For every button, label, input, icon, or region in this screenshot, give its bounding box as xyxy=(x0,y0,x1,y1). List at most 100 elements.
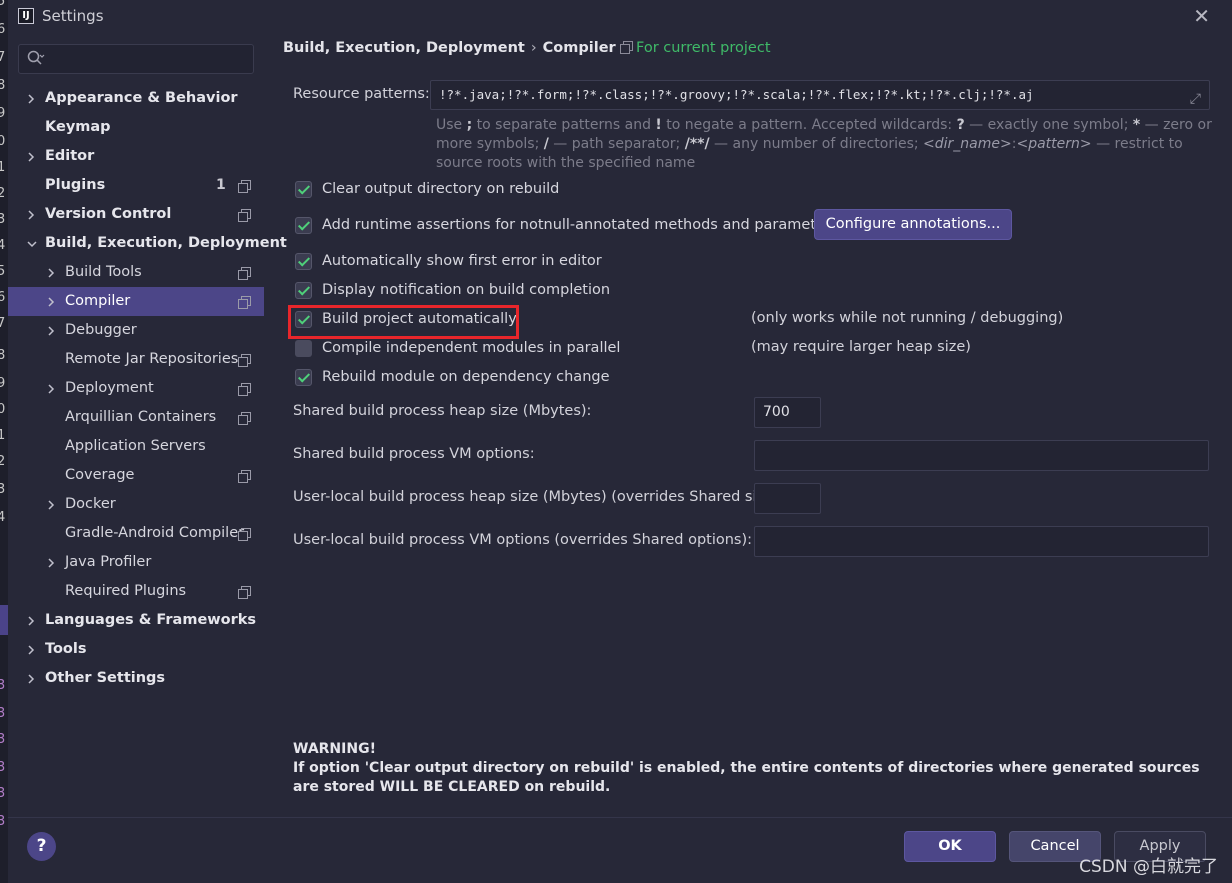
chevron-right-icon[interactable] xyxy=(46,548,56,577)
sidebar-item-label: Plugins xyxy=(45,177,106,193)
chevron-right-icon[interactable] xyxy=(46,490,56,519)
chevron-down-icon[interactable] xyxy=(26,229,38,258)
sidebar-item-build-tools[interactable]: Build Tools xyxy=(8,258,264,287)
sidebar-item-label: Application Servers xyxy=(65,438,206,454)
sidebar-item-label: Coverage xyxy=(65,467,135,483)
checkbox-label: Rebuild module on dependency change xyxy=(322,369,610,385)
checkbox-clear-output-directory[interactable]: Clear output directory on rebuild xyxy=(295,178,559,200)
checkbox-runtime-assertions[interactable]: Add runtime assertions for notnull-annot… xyxy=(295,214,838,236)
sidebar-item-version-control[interactable]: Version Control xyxy=(8,200,264,229)
sidebar-item-tools[interactable]: Tools xyxy=(8,635,264,664)
checkbox-label: Automatically show first error in editor xyxy=(322,253,602,269)
sidebar-item-keymap[interactable]: Keymap xyxy=(8,113,264,142)
intellij-app-icon: IJ xyxy=(18,8,34,24)
shared-heap-size-label: Shared build process heap size (Mbytes): xyxy=(293,403,592,419)
project-scope-icon xyxy=(238,296,251,309)
sidebar-item-compiler[interactable]: Compiler xyxy=(8,287,264,316)
close-icon[interactable]: ✕ xyxy=(1193,4,1210,28)
resource-patterns-hint: Use ; to separate patterns and ! to nega… xyxy=(436,117,1212,171)
sidebar-item-editor[interactable]: Editor xyxy=(8,142,264,171)
warning-title: WARNING! xyxy=(293,741,376,757)
search-input[interactable] xyxy=(18,44,254,74)
sidebar-item-debugger[interactable]: Debugger xyxy=(8,316,264,345)
sidebar-item-label: Build Tools xyxy=(65,264,142,280)
chevron-right-icon[interactable] xyxy=(26,200,36,229)
settings-sidebar: Appearance & Behavior Keymap Editor Plugins… xyxy=(8,32,287,817)
ok-button[interactable]: OK xyxy=(904,831,996,862)
help-button[interactable]: ? xyxy=(27,832,56,861)
sidebar-item-label: Editor xyxy=(45,148,95,164)
sidebar-item-label: Appearance & Behavior xyxy=(45,90,238,106)
checkbox-display-notification[interactable]: Display notification on build completion xyxy=(295,279,610,301)
chevron-right-icon[interactable] xyxy=(26,664,36,693)
checkbox-box[interactable] xyxy=(295,252,312,270)
checkbox-box[interactable] xyxy=(295,216,312,234)
expand-icon[interactable]: ⤢ xyxy=(1190,85,1201,113)
project-scope-icon xyxy=(620,41,633,54)
project-scope-icon xyxy=(238,383,251,396)
chevron-right-icon[interactable] xyxy=(26,635,36,664)
background-editor-strip xyxy=(0,605,8,635)
sidebar-item-appearance-behavior[interactable]: Appearance & Behavior xyxy=(8,84,264,113)
sidebar-item-label: Keymap xyxy=(45,119,111,135)
sidebar-item-label: Tools xyxy=(45,641,87,657)
sidebar-item-other-settings[interactable]: Other Settings xyxy=(8,664,264,693)
sidebar-item-required-plugins[interactable]: Required Plugins xyxy=(8,577,264,606)
checkbox-box[interactable] xyxy=(295,180,312,198)
configure-annotations-button[interactable]: Configure annotations... xyxy=(814,209,1012,240)
project-scope-icon xyxy=(238,354,251,367)
checkbox-rebuild-on-dependency-change[interactable]: Rebuild module on dependency change xyxy=(295,366,610,388)
chevron-right-icon[interactable] xyxy=(46,374,56,403)
chevron-right-icon[interactable] xyxy=(26,84,36,113)
shared-vm-options-label: Shared build process VM options: xyxy=(293,446,535,462)
sidebar-item-languages-frameworks[interactable]: Languages & Frameworks xyxy=(8,606,264,635)
breadcrumb-parent[interactable]: Build, Execution, Deployment xyxy=(283,40,525,56)
chevron-right-icon[interactable] xyxy=(46,287,56,316)
user-local-vm-options-input[interactable] xyxy=(754,526,1209,557)
chevron-right-icon[interactable] xyxy=(26,606,36,635)
resource-patterns-label: Resource patterns: xyxy=(293,86,430,102)
checkbox-label: Clear output directory on rebuild xyxy=(322,181,560,197)
title-bar: IJ Settings ✕ xyxy=(8,0,1232,32)
project-scope-icon xyxy=(238,412,251,425)
sidebar-item-docker[interactable]: Docker xyxy=(8,490,264,519)
user-local-heap-size-input[interactable] xyxy=(754,483,821,514)
sidebar-item-plugins[interactable]: Plugins 1 xyxy=(8,171,264,200)
sidebar-item-arquillian-containers[interactable]: Arquillian Containers xyxy=(8,403,264,432)
sidebar-item-label: Debugger xyxy=(65,322,137,338)
shared-vm-options-input[interactable] xyxy=(754,440,1209,471)
sidebar-item-deployment[interactable]: Deployment xyxy=(8,374,264,403)
checkbox-box[interactable] xyxy=(295,368,312,386)
scope-note-text: For current project xyxy=(636,40,771,56)
checkbox-compile-in-parallel[interactable]: Compile independent modules in parallel xyxy=(295,337,620,359)
sidebar-item-label: Docker xyxy=(65,496,116,512)
sidebar-item-label: Deployment xyxy=(65,380,154,396)
sidebar-item-java-profiler[interactable]: Java Profiler xyxy=(8,548,264,577)
settings-dialog: IJ Settings ✕ Appearance & Behavior Keyma… xyxy=(8,0,1232,883)
checkbox-box[interactable] xyxy=(295,339,312,357)
sidebar-item-label: Gradle-Android Compiler xyxy=(65,525,245,541)
sidebar-item-label: Version Control xyxy=(45,206,172,222)
sidebar-item-remote-jar-repositories[interactable]: Remote Jar Repositories xyxy=(8,345,264,374)
chevron-right-icon[interactable] xyxy=(46,316,56,345)
sidebar-item-gradle-android-compiler[interactable]: Gradle-Android Compiler xyxy=(8,519,264,548)
sidebar-item-label: Java Profiler xyxy=(65,554,152,570)
chevron-right-icon[interactable] xyxy=(46,258,56,287)
sidebar-item-coverage[interactable]: Coverage xyxy=(8,461,264,490)
sidebar-item-label: Compiler xyxy=(65,293,131,309)
resource-patterns-value: !?*.java;!?*.form;!?*.class;!?*.groovy;!… xyxy=(439,87,1034,102)
sidebar-item-build-execution-deployment[interactable]: Build, Execution, Deployment xyxy=(8,229,287,258)
breadcrumb: Build, Execution, Deployment › Compiler xyxy=(283,40,616,56)
sidebar-item-application-servers[interactable]: Application Servers xyxy=(8,432,264,461)
breadcrumb-separator: › xyxy=(530,40,537,56)
chevron-right-icon[interactable] xyxy=(26,142,36,171)
checkbox-show-first-error[interactable]: Automatically show first error in editor xyxy=(295,250,602,272)
shared-heap-size-input[interactable]: 700 xyxy=(754,397,821,428)
search-icon xyxy=(27,50,45,70)
checkbox-box[interactable] xyxy=(295,281,312,299)
project-scope-icon xyxy=(238,180,251,193)
highlight-annotation-box xyxy=(288,305,519,339)
resource-patterns-input[interactable]: !?*.java;!?*.form;!?*.class;!?*.groovy;!… xyxy=(430,80,1210,110)
sidebar-item-label: Required Plugins xyxy=(65,583,187,599)
sidebar-item-label: Arquillian Containers xyxy=(65,409,217,425)
